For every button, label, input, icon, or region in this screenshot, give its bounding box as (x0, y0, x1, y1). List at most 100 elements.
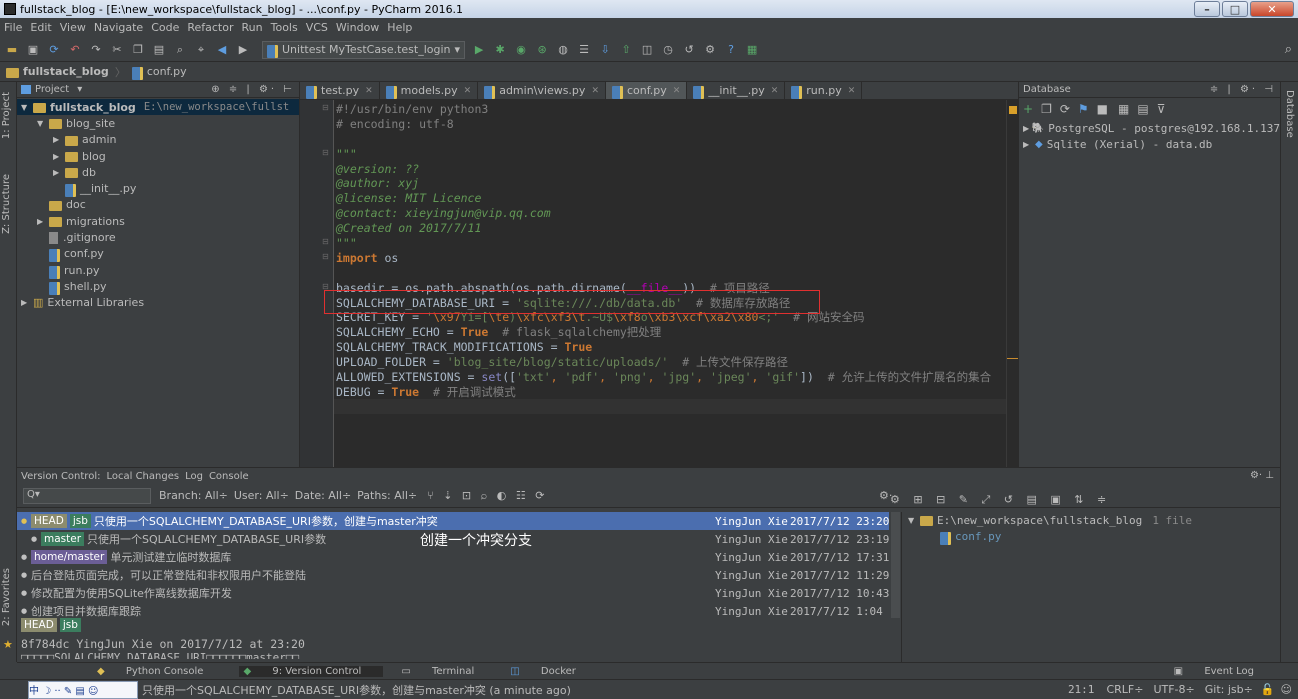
run-config-select[interactable]: Unittest MyTestCase.test_login ▾ (262, 40, 466, 59)
search-everywhere-icon[interactable]: ⌕ (1285, 42, 1292, 57)
inspector-icon[interactable]: ☺ (1281, 683, 1292, 696)
panel-settings-icon[interactable]: ⚙· ⊥ (1250, 470, 1274, 481)
lock-icon[interactable]: 🔓 (1261, 683, 1275, 696)
debug-icon[interactable]: ✱ (492, 42, 508, 58)
collapsed-arrow-icon[interactable]: ▶ (1023, 140, 1035, 149)
close-tab-icon[interactable]: ✕ (464, 86, 472, 96)
menu-window[interactable]: Window (336, 21, 379, 34)
vcs-filter[interactable]: Paths: All÷ (357, 489, 417, 502)
editor-tab[interactable]: run.py ✕ (785, 82, 863, 99)
git-branch[interactable]: Git: jsb÷ (1205, 683, 1253, 696)
vcs-history-icon[interactable]: ◷ (660, 42, 676, 58)
collapsed-arrow-icon[interactable]: ▶ (53, 135, 65, 144)
changed-root-row[interactable]: ▼ E:\new_workspace\fullstack_blog 1 file (902, 512, 1280, 528)
close-tab-icon[interactable]: ✕ (673, 86, 681, 96)
vcs-filter[interactable]: User: All÷ (234, 489, 289, 502)
tree-item[interactable]: ▼ blog_site (17, 115, 299, 131)
changed-file-row[interactable]: conf.py (902, 528, 1280, 545)
expand-arrow-icon[interactable]: ▼ (908, 516, 920, 525)
stop-icon[interactable]: ■ (1097, 102, 1108, 116)
terminal-tab[interactable]: ▭ Terminal (401, 666, 492, 677)
fold-marker-icon[interactable]: ⊟ (322, 237, 329, 246)
vcs-compare-icon[interactable]: ◫ (639, 42, 655, 58)
table-row[interactable]: ● 修改配置为使用SQLite作离线数据库开发 YingJun Xie 2017/7/… (17, 584, 889, 602)
python-console-tab[interactable]: ◆ Python Console (97, 666, 221, 677)
cut-icon[interactable]: ✂ (109, 42, 125, 58)
menu-tools[interactable]: Tools (271, 21, 298, 34)
editor-tab[interactable]: conf.py ✕ (605, 82, 688, 99)
editor-tab[interactable]: __init__.py ✕ (687, 82, 786, 99)
properties-icon[interactable]: ⚑ (1078, 102, 1089, 116)
menu-refactor[interactable]: Refactor (187, 21, 233, 34)
tree-item[interactable]: ▼ fullstack_blog E:\new_workspace\fullst (17, 99, 299, 116)
log-scrollbar[interactable] (891, 512, 900, 618)
log-search-input[interactable]: Q▾ (23, 487, 151, 504)
vcs-tab[interactable]: Log (185, 471, 203, 482)
project-side-tab[interactable]: 1: Project (1, 92, 12, 139)
code-editor[interactable]: test.py ✕ models.py ✕ admin\views.py ✕ conf.py… (300, 82, 1018, 467)
save-icon[interactable]: ▣ (25, 42, 41, 58)
log-tools-icon[interactable]: ⑂ ⇣ ⊡ ⌕ ◐ ☷ ⟳ (427, 489, 547, 502)
close-tab-icon[interactable]: ✕ (591, 86, 599, 96)
vcs-tab[interactable]: Console (209, 471, 249, 482)
open-folder-icon[interactable]: ▬ (4, 42, 20, 58)
find-icon[interactable]: ⌕ (172, 42, 188, 58)
warning-marker-icon[interactable] (1009, 106, 1017, 114)
menu-view[interactable]: View (60, 21, 86, 34)
filter-icon[interactable]: ⊽ (1157, 102, 1166, 116)
menu-vcs[interactable]: VCS (306, 21, 328, 34)
editor-tab[interactable]: admin\views.py ✕ (478, 82, 606, 99)
close-tab-icon[interactable]: ✕ (848, 86, 856, 96)
docker-tab[interactable]: ◫ Docker (510, 666, 594, 677)
editor-tab[interactable]: models.py ✕ (380, 82, 479, 99)
expanded-arrow-icon[interactable]: ▼ (37, 119, 49, 128)
vcs-filter[interactable]: Date: All÷ (295, 489, 351, 502)
table-row[interactable]: ● 后台登陆页面完成，可以正常登陆和非权限用户不能登陆 YingJun Xie 201… (17, 566, 889, 584)
table-row[interactable]: ● home/master 单元测试建立临时数据库 YingJun Xie 2017/7… (17, 548, 889, 566)
panel-tools-icon[interactable]: ≑ | ⚙· ⊣ (1210, 84, 1276, 95)
changes-tools-icon[interactable]: ⚙ ⊞ ⊟ ✎ ⤢ ↺ ▤ ▣ ⇅ ≑ (890, 493, 1111, 507)
collapsed-arrow-icon[interactable]: ▶ (53, 152, 65, 161)
tree-item[interactable]: .gitignore (17, 229, 299, 245)
concurrency-icon[interactable]: ◍ (555, 42, 571, 58)
event-log-tab[interactable]: ▣ Event Log (1174, 666, 1272, 677)
caret-position[interactable]: 21:1 (1068, 683, 1095, 696)
line-separator[interactable]: CRLF÷ (1106, 683, 1143, 696)
coverage-icon[interactable]: ◉ (513, 42, 529, 58)
editor-scrollbar[interactable] (1006, 100, 1018, 467)
refresh-icon[interactable]: ⟳ (1060, 102, 1070, 116)
vcs-revert-icon[interactable]: ↺ (681, 42, 697, 58)
tree-item[interactable]: ▶ db (17, 164, 299, 180)
tree-item[interactable]: ▶ blog (17, 148, 299, 164)
fold-marker-icon[interactable]: ⊟ (322, 103, 329, 112)
breadcrumb-file[interactable]: conf.py (147, 65, 187, 78)
chevron-down-icon[interactable]: ▾ (77, 84, 82, 95)
collapsed-arrow-icon[interactable]: ▶ (1023, 124, 1032, 133)
code-area[interactable]: #!/usr/bin/env python3 # encoding: utf-8 "… (336, 102, 1006, 400)
console-icon[interactable]: ▤ (1137, 102, 1148, 116)
database-item[interactable]: ▶ ◆ Sqlite (Xerial) - data.db (1019, 136, 1280, 152)
table-row[interactable]: ● HEAD jsb 只使用一个SQLALCHEMY_DATABASE_URI参数，创… (17, 512, 889, 530)
breadcrumb-project[interactable]: fullstack_blog (23, 65, 109, 78)
replace-icon[interactable]: ⌖ (193, 42, 209, 58)
tree-item[interactable]: doc (17, 197, 299, 213)
menu-navigate[interactable]: Navigate (94, 21, 143, 34)
tree-item[interactable]: shell.py (17, 278, 299, 295)
back-icon[interactable]: ◀ (214, 42, 230, 58)
profile-icon[interactable]: ⊛ (534, 42, 550, 58)
copy-icon[interactable]: ❐ (1041, 102, 1052, 116)
collapsed-arrow-icon[interactable]: ▶ (53, 168, 65, 177)
vcs-update-icon[interactable]: ⇩ (597, 42, 613, 58)
maximize-button[interactable]: □ (1222, 1, 1248, 17)
settings-icon[interactable]: ⚙ (702, 42, 718, 58)
table-icon[interactable]: ▦ (1118, 102, 1129, 116)
vcs-tab[interactable]: Local Changes (106, 471, 179, 482)
close-button[interactable]: ✕ (1250, 1, 1294, 17)
paste-icon[interactable]: ▤ (151, 42, 167, 58)
favorites-star-icon[interactable]: ★ (3, 638, 13, 651)
structure-side-tab[interactable]: Z: Structure (1, 174, 12, 234)
minimize-button[interactable]: – (1194, 1, 1220, 17)
tree-item[interactable]: ▶ migrations (17, 213, 299, 229)
tree-item[interactable]: __init__.py (17, 180, 299, 198)
favorites-side-tab[interactable]: 2: Favorites (1, 568, 12, 626)
